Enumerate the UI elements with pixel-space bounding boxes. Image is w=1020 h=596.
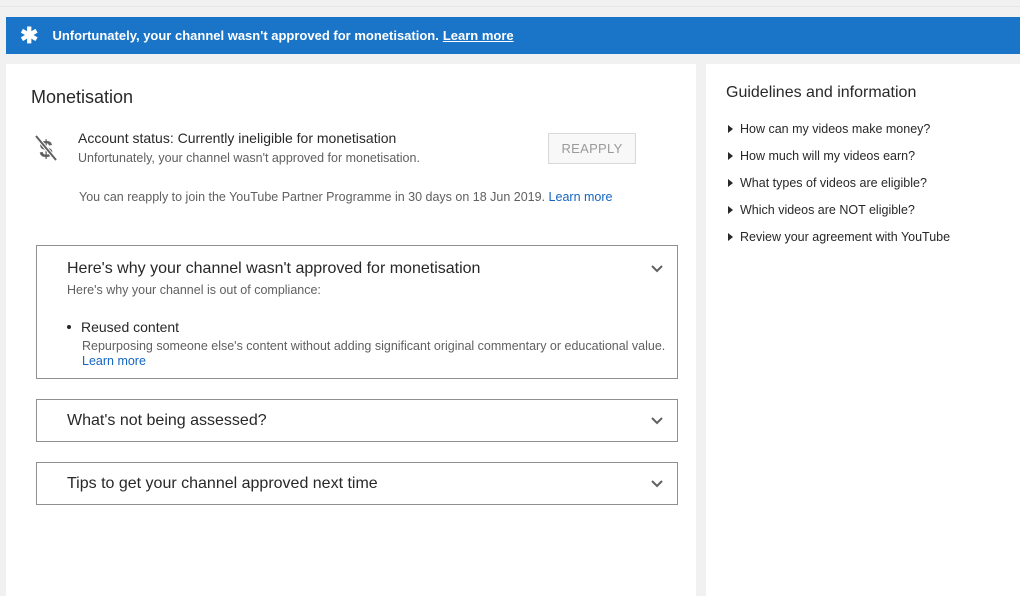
reapply-button[interactable]: REAPPLY xyxy=(548,133,636,164)
panel-title: Tips to get your channel approved next t… xyxy=(67,475,378,492)
reason-title: Reused content xyxy=(81,319,180,335)
chevron-up-icon[interactable] xyxy=(651,265,663,275)
guidelines-sidebar: Guidelines and information How can my vi… xyxy=(706,64,1020,596)
caret-right-icon xyxy=(728,206,733,214)
page-title: Monetisation xyxy=(31,87,134,107)
caret-right-icon xyxy=(728,179,733,187)
monetisation-card: Monetisation $ Account status: Currently… xyxy=(6,64,696,596)
reason-item: Reused content xyxy=(67,319,179,335)
notification-banner: ✱ Unfortunately, your channel wasn't app… xyxy=(6,17,1020,54)
guide-item-earn[interactable]: How much will my videos earn? xyxy=(728,149,950,176)
panel-title: Here's why your channel wasn't approved … xyxy=(67,260,481,277)
guidelines-list: How can my videos make money? How much w… xyxy=(728,122,950,257)
guide-item-agreement[interactable]: Review your agreement with YouTube xyxy=(728,230,950,257)
panel-why-not-approved[interactable]: Here's why your channel wasn't approved … xyxy=(36,245,678,379)
chevron-down-icon[interactable] xyxy=(651,480,663,490)
account-status-subtext: Unfortunately, your channel wasn't appro… xyxy=(78,151,420,165)
reapply-learn-more-link[interactable]: Learn more xyxy=(549,190,613,204)
guide-item-eligible[interactable]: What types of videos are eligible? xyxy=(728,176,950,203)
guide-item-make-money[interactable]: How can my videos make money? xyxy=(728,122,950,149)
sidebar-title: Guidelines and information xyxy=(726,84,917,101)
reapply-info-text: You can reapply to join the YouTube Part… xyxy=(79,190,546,204)
guide-item-label: Review your agreement with YouTube xyxy=(740,230,951,244)
reapply-info: You can reapply to join the YouTube Part… xyxy=(79,190,612,204)
caret-right-icon xyxy=(728,125,733,133)
reason-learn-more-link[interactable]: Learn more xyxy=(82,354,146,368)
panel-tips[interactable]: Tips to get your channel approved next t… xyxy=(36,462,678,505)
banner-learn-more-link[interactable]: Learn more xyxy=(443,28,514,43)
account-status-heading: Account status: Currently ineligible for… xyxy=(78,130,397,146)
panel-not-assessed[interactable]: What's not being assessed? xyxy=(36,399,678,442)
guide-item-label: Which videos are NOT eligible? xyxy=(740,203,915,217)
chevron-down-icon[interactable] xyxy=(651,417,663,427)
guide-item-label: How much will my videos earn? xyxy=(740,149,916,163)
panel-title: What's not being assessed? xyxy=(67,412,267,429)
caret-right-icon xyxy=(728,152,733,160)
guide-item-label: What types of videos are eligible? xyxy=(740,176,927,190)
guide-item-not-eligible[interactable]: Which videos are NOT eligible? xyxy=(728,203,950,230)
star-icon: ✱ xyxy=(20,22,39,48)
guide-item-label: How can my videos make money? xyxy=(740,122,931,136)
bullet-icon xyxy=(67,324,71,329)
reason-desc-text: Repurposing someone else's content witho… xyxy=(82,339,666,353)
top-strip xyxy=(0,0,1020,7)
caret-right-icon xyxy=(728,233,733,241)
reason-description: Repurposing someone else's content witho… xyxy=(82,339,672,369)
banner-message: Unfortunately, your channel wasn't appro… xyxy=(52,28,439,43)
no-dollar-icon: $ xyxy=(33,133,59,163)
panel-subtitle: Here's why your channel is out of compli… xyxy=(67,283,321,297)
